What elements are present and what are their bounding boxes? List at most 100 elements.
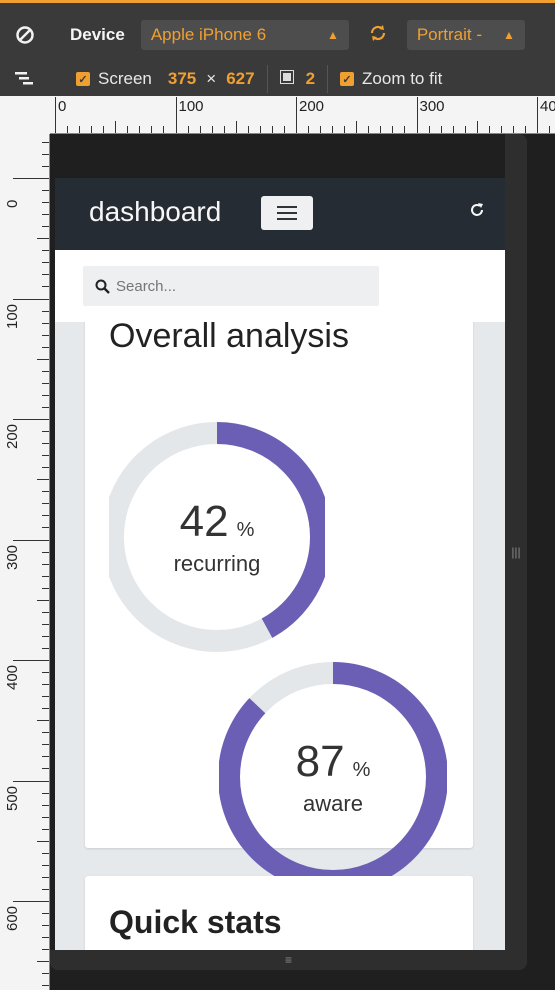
ruler-tick <box>42 214 49 216</box>
ruler-tick <box>537 97 538 133</box>
ruler-tick <box>42 708 49 710</box>
ruler-tick <box>42 527 49 529</box>
ruler-tick <box>42 370 49 372</box>
donut-center: 42% recurring <box>109 420 325 654</box>
ruler-tick <box>512 126 514 133</box>
ruler-tick <box>187 126 189 133</box>
ruler-tick <box>235 121 237 133</box>
screen-label: Screen <box>98 69 152 88</box>
ruler-tick <box>223 126 225 133</box>
ruler-tick <box>13 780 49 782</box>
ruler-tick <box>91 126 93 133</box>
ruler-tick <box>127 126 129 133</box>
device-select[interactable]: Apple iPhone 6 ▲︎ <box>140 20 349 50</box>
ruler-tick <box>42 310 49 312</box>
screen-checkbox[interactable]: ✓ <box>76 72 90 86</box>
ruler-tick <box>42 973 49 975</box>
search-box[interactable] <box>83 266 379 306</box>
ruler-label: 600 <box>4 905 21 931</box>
ruler-tick <box>42 165 49 167</box>
ruler-label: 200 <box>4 423 21 449</box>
ruler-tick <box>308 126 310 133</box>
ruler-tick <box>42 611 49 613</box>
app-header: dashboard <box>55 178 505 250</box>
pixel-ratio-field[interactable]: 2 <box>306 69 315 89</box>
ruler-tick <box>42 274 49 276</box>
hamburger-icon <box>277 206 297 208</box>
no-throttle-icon[interactable] <box>0 13 50 57</box>
ruler-tick <box>42 334 49 336</box>
ruler-tick <box>42 864 49 866</box>
ruler-tick <box>344 126 346 133</box>
refresh-icon[interactable] <box>469 202 485 223</box>
pixel-ratio-icon <box>279 69 294 89</box>
zoom-to-fit-checkbox[interactable]: ✓ <box>340 72 355 86</box>
ruler-label: 500 <box>4 785 21 811</box>
ruler-tick <box>42 503 49 505</box>
screen-width-field[interactable]: 375 <box>168 69 196 89</box>
ruler-tick <box>332 126 334 133</box>
ruler-tick <box>368 126 370 133</box>
devtools-toolbar: Device Apple iPhone 6 ▲︎ Portrait - ▲ ✓ … <box>0 0 555 96</box>
ruler-tick <box>13 298 49 300</box>
ruler-tick <box>42 925 49 927</box>
ruler-tick <box>42 250 49 252</box>
ruler-label: 400 <box>4 664 21 690</box>
ruler-tick <box>356 121 358 133</box>
orientation-select-value: Portrait - <box>416 25 483 44</box>
search-input[interactable] <box>116 277 366 295</box>
ruler-label: 300 <box>4 544 21 570</box>
resize-handle-right[interactable]: ||| <box>505 134 527 970</box>
ruler-label: 200 <box>299 98 325 115</box>
search-bar <box>55 250 505 322</box>
ruler-tick <box>42 431 49 433</box>
ruler-tick <box>42 394 49 396</box>
ruler-tick <box>42 491 49 493</box>
select-arrows-icon: ▲ <box>502 28 515 42</box>
ruler-tick <box>42 575 49 577</box>
ruler-tick <box>139 126 141 133</box>
resize-handle-bottom[interactable]: ≡ <box>50 950 527 970</box>
rotate-icon[interactable] <box>369 24 387 47</box>
ruler-tick <box>42 913 49 915</box>
ruler-label: 300 <box>419 98 445 115</box>
ruler-tick <box>271 126 273 133</box>
ruler-corner <box>0 96 50 134</box>
ruler-tick <box>42 406 49 408</box>
ruler-tick <box>42 672 49 674</box>
ruler-tick <box>199 126 201 133</box>
screen-height-field[interactable]: 627 <box>226 69 254 89</box>
ruler-tick <box>55 97 56 133</box>
ruler-tick <box>42 153 49 155</box>
emulation-list-icon[interactable] <box>0 57 50 101</box>
ruler-tick <box>549 126 551 133</box>
ruler-tick <box>42 635 49 637</box>
ruler-tick <box>380 126 382 133</box>
ruler-tick <box>320 126 322 133</box>
ruler-tick <box>42 684 49 686</box>
ruler-tick <box>42 768 49 770</box>
ruler-tick <box>247 126 249 133</box>
ruler-tick <box>42 190 49 192</box>
ruler-tick <box>42 744 49 746</box>
quick-stats-title: Quick stats <box>109 904 282 940</box>
ruler-tick <box>42 647 49 649</box>
donut-center: 87% aware <box>219 660 447 894</box>
ruler-tick <box>42 888 49 890</box>
orientation-select[interactable]: Portrait - ▲ <box>406 20 525 50</box>
brand-title[interactable]: dashboard <box>89 196 221 228</box>
donut-label: aware <box>303 791 363 816</box>
ruler-tick <box>392 126 394 133</box>
horizontal-ruler: 0 100 200 300 40 <box>50 96 555 134</box>
menu-toggle-button[interactable] <box>261 196 313 230</box>
ruler-tick <box>283 126 285 133</box>
ruler-label: 100 <box>4 303 21 329</box>
ruler-tick <box>42 756 49 758</box>
ruler-tick <box>476 121 478 133</box>
overall-analysis-card: Overall analysis 42% recurring 87% aware <box>85 303 473 892</box>
ruler-tick <box>37 238 49 240</box>
ruler-tick <box>13 901 49 902</box>
ruler-tick <box>259 126 261 133</box>
ruler-tick <box>42 563 49 565</box>
ruler-tick <box>42 804 49 806</box>
